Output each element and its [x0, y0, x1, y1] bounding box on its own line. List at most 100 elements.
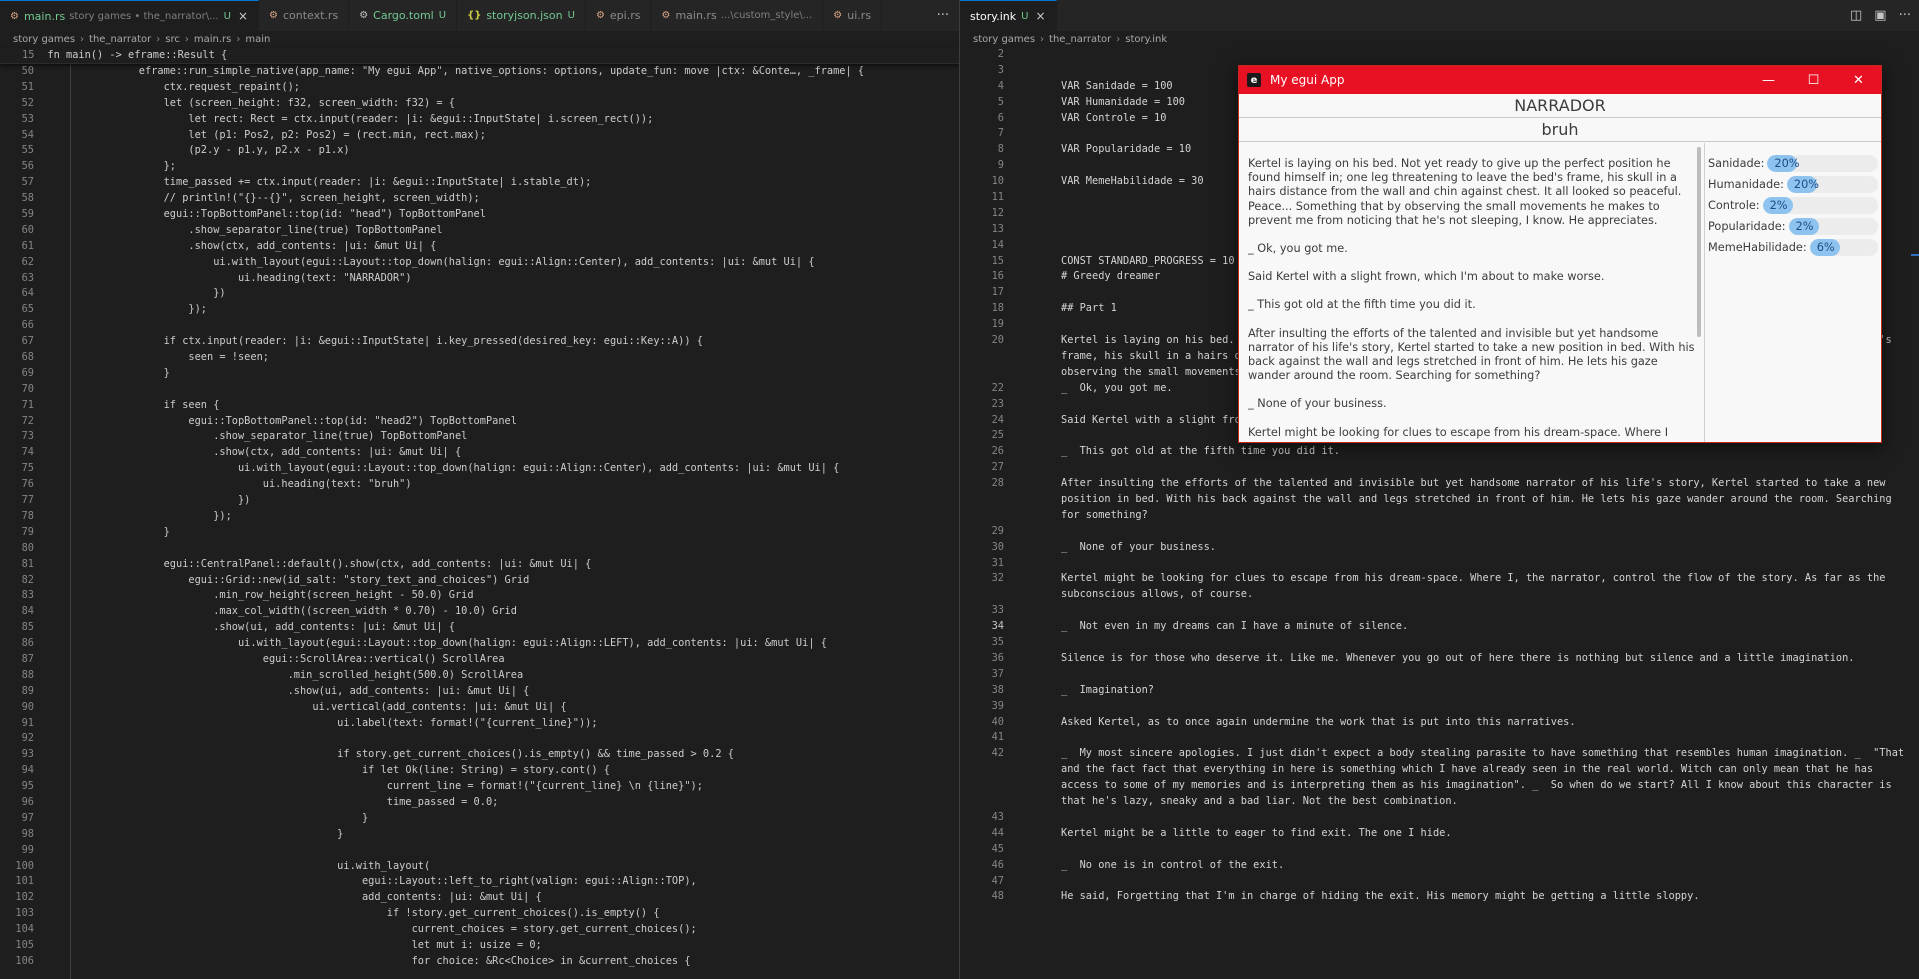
code-line[interactable]: 59 egui::TopBottomPanel::top(id: "head")…	[0, 207, 959, 223]
story-scroll-area[interactable]: Kertel is laying on his bed. Not yet rea…	[1248, 157, 1696, 442]
code-line[interactable]: 44 Kertel might be a little to eager to f…	[960, 826, 1919, 842]
code-line[interactable]: 38 _ Imagination?	[960, 683, 1919, 699]
code-line[interactable]: 55 (p2.y - p1.y, p2.x - p1.x)	[0, 143, 959, 159]
close-icon[interactable]: ×	[1035, 9, 1045, 23]
code-line[interactable]: 103 if !story.get_current_choices().is_e…	[0, 906, 959, 922]
code-line[interactable]: 74 .show(ctx, add_contents: |ui: &mut Ui…	[0, 445, 959, 461]
code-line[interactable]: 104 current_choices = story.get_current_…	[0, 922, 959, 938]
breadcrumb-item[interactable]: story games	[13, 34, 75, 45]
tab-main-rs[interactable]: ⚙ main.rs story games • the_narrator\... U ×	[0, 0, 259, 31]
code-line[interactable]: 27	[960, 460, 1919, 476]
code-line[interactable]: 41	[960, 730, 1919, 746]
code-line[interactable]: 85 .show(ui, add_contents: |ui: &mut Ui|…	[0, 620, 959, 636]
code-line[interactable]: 71 if seen {	[0, 398, 959, 414]
code-line[interactable]: 28 After insulting the efforts of the tal…	[960, 476, 1919, 524]
code-line[interactable]: 83 .min_row_height(screen_height - 50.0)…	[0, 588, 959, 604]
code-line[interactable]: 43	[960, 810, 1919, 826]
code-line[interactable]: 82 egui::Grid::new(id_salt: "story_text_…	[0, 573, 959, 589]
tab-context-rs[interactable]: ⚙ context.rs	[259, 0, 350, 31]
code-line[interactable]: 77 })	[0, 493, 959, 509]
code-line[interactable]: 87 egui::ScrollArea::vertical() ScrollAr…	[0, 652, 959, 668]
code-line[interactable]: 46 _ No one is in control of the exit.	[960, 858, 1919, 874]
code-line[interactable]: 64 })	[0, 286, 959, 302]
code-line[interactable]: 93 if story.get_current_choices().is_emp…	[0, 747, 959, 763]
sticky-scroll-header[interactable]: 15 fn main() -> eframe::Result {	[0, 48, 959, 64]
code-line[interactable]: 52 let (screen_height: f32, screen_width…	[0, 96, 959, 112]
tab-epi-rs[interactable]: ⚙ epi.rs	[586, 0, 652, 31]
code-line[interactable]: 58 // println!("{}--{}", screen_height, …	[0, 191, 959, 207]
code-line[interactable]: 33	[960, 603, 1919, 619]
code-line[interactable]: 96 time_passed = 0.0;	[0, 795, 959, 811]
code-line[interactable]: 39	[960, 699, 1919, 715]
code-line[interactable]: 78 });	[0, 509, 959, 525]
code-line[interactable]: 26 _ This got old at the fifth time you d…	[960, 444, 1919, 460]
code-line[interactable]: 60 .show_separator_line(true) TopBottomP…	[0, 223, 959, 239]
code-line[interactable]: 65 });	[0, 302, 959, 318]
code-line[interactable]: 29	[960, 524, 1919, 540]
code-line[interactable]: 73 .show_separator_line(true) TopBottomP…	[0, 429, 959, 445]
breadcrumb-item[interactable]: main	[245, 34, 270, 45]
code-line[interactable]: 89 .show(ui, add_contents: |ui: &mut Ui|…	[0, 684, 959, 700]
code-line[interactable]: 100 ui.with_layout(	[0, 859, 959, 875]
story-scrollbar[interactable]	[1697, 147, 1701, 337]
code-line[interactable]: 61 .show(ctx, add_contents: |ui: &mut Ui…	[0, 239, 959, 255]
more-actions-icon[interactable]: ···	[1899, 8, 1911, 23]
code-line[interactable]: 91 ui.label(text: format!("{current_line…	[0, 716, 959, 732]
code-line[interactable]: 69 }	[0, 366, 959, 382]
code-editor[interactable]: 50 eframe::run_simple_native(app_name: "…	[0, 64, 959, 979]
code-line[interactable]: 88 .min_scrolled_height(500.0) ScrollAre…	[0, 668, 959, 684]
tab-story-ink[interactable]: story.ink U ×	[960, 0, 1057, 31]
breadcrumb-item[interactable]: main.rs	[194, 34, 232, 45]
code-line[interactable]: 90 ui.vertical(add_contents: |ui: &mut U…	[0, 700, 959, 716]
code-line[interactable]: 35	[960, 635, 1919, 651]
code-line[interactable]: 92	[0, 731, 959, 747]
code-line[interactable]: 54 let (p1: Pos2, p2: Pos2) = (rect.min,…	[0, 128, 959, 144]
code-line[interactable]: 57 time_passed += ctx.input(reader: |i: …	[0, 175, 959, 191]
breadcrumb-item[interactable]: the_narrator	[89, 34, 151, 45]
breadcrumb-item[interactable]: story games	[973, 34, 1035, 45]
tab-storyjson-json[interactable]: {} storyjson.json U	[457, 0, 586, 31]
code-line[interactable]: 63 ui.heading(text: "NARRADOR")	[0, 271, 959, 287]
code-line[interactable]: 53 let rect: Rect = ctx.input(reader: |i…	[0, 112, 959, 128]
code-line[interactable]: 86 ui.with_layout(egui::Layout::top_down…	[0, 636, 959, 652]
code-line[interactable]: 76 ui.heading(text: "bruh")	[0, 477, 959, 493]
code-line[interactable]: 51 ctx.request_repaint();	[0, 80, 959, 96]
code-line[interactable]: 101 egui::Layout::left_to_right(valign: …	[0, 874, 959, 890]
code-line[interactable]: 68 seen = !seen;	[0, 350, 959, 366]
code-line[interactable]: 67 if ctx.input(reader: |i: &egui::Input…	[0, 334, 959, 350]
code-line[interactable]: 95 current_line = format!("{current_line…	[0, 779, 959, 795]
tab-ui-rs[interactable]: ⚙ ui.rs	[823, 0, 883, 31]
code-line[interactable]: 50 eframe::run_simple_native(app_name: "…	[0, 64, 959, 80]
code-line[interactable]: 79 }	[0, 525, 959, 541]
code-line[interactable]: 98 }	[0, 827, 959, 843]
code-line[interactable]: 106 for choice: &Rc<Choice> in &current_…	[0, 954, 959, 970]
code-line[interactable]: 75 ui.with_layout(egui::Layout::top_down…	[0, 461, 959, 477]
split-editor-icon[interactable]: ◫	[1850, 8, 1862, 23]
code-line[interactable]: 94 if let Ok(line: String) = story.cont(…	[0, 763, 959, 779]
code-line[interactable]: 62 ui.with_layout(egui::Layout::top_down…	[0, 255, 959, 271]
code-line[interactable]: 45	[960, 842, 1919, 858]
code-line[interactable]: 42 _ My most sincere apologies. I just di…	[960, 746, 1919, 810]
code-line[interactable]: 2	[960, 47, 1919, 63]
code-line[interactable]: 81 egui::CentralPanel::default().show(ct…	[0, 557, 959, 573]
toggle-layout-icon[interactable]: ▣	[1874, 8, 1886, 23]
close-button[interactable]: ✕	[1836, 66, 1881, 94]
breadcrumb-item[interactable]: story.ink	[1125, 34, 1167, 45]
code-line[interactable]: 99	[0, 843, 959, 859]
code-line[interactable]: 32 Kertel might be looking for clues to e…	[960, 571, 1919, 603]
more-actions-icon[interactable]: ···	[937, 0, 949, 31]
minimize-button[interactable]: —	[1746, 66, 1791, 94]
code-line[interactable]: 102 add_contents: |ui: &mut Ui| {	[0, 890, 959, 906]
code-line[interactable]: 40 Asked Kertel, as to once again undermi…	[960, 715, 1919, 731]
code-line[interactable]: 70	[0, 382, 959, 398]
code-line[interactable]: 80	[0, 541, 959, 557]
code-line[interactable]: 84 .max_col_width((screen_width * 0.70) …	[0, 604, 959, 620]
code-line[interactable]: 56 };	[0, 159, 959, 175]
breadcrumb-item[interactable]: the_narrator	[1049, 34, 1111, 45]
code-line[interactable]: 36 Silence is for those who deserve it. L…	[960, 651, 1919, 667]
egui-app-window[interactable]: e My egui App — ☐ ✕ NARRADOR bruh Kertel…	[1238, 65, 1882, 443]
code-line[interactable]: 37	[960, 667, 1919, 683]
code-line[interactable]: 66	[0, 318, 959, 334]
close-icon[interactable]: ×	[238, 9, 248, 23]
code-line[interactable]: 30 _ None of your business.	[960, 540, 1919, 556]
